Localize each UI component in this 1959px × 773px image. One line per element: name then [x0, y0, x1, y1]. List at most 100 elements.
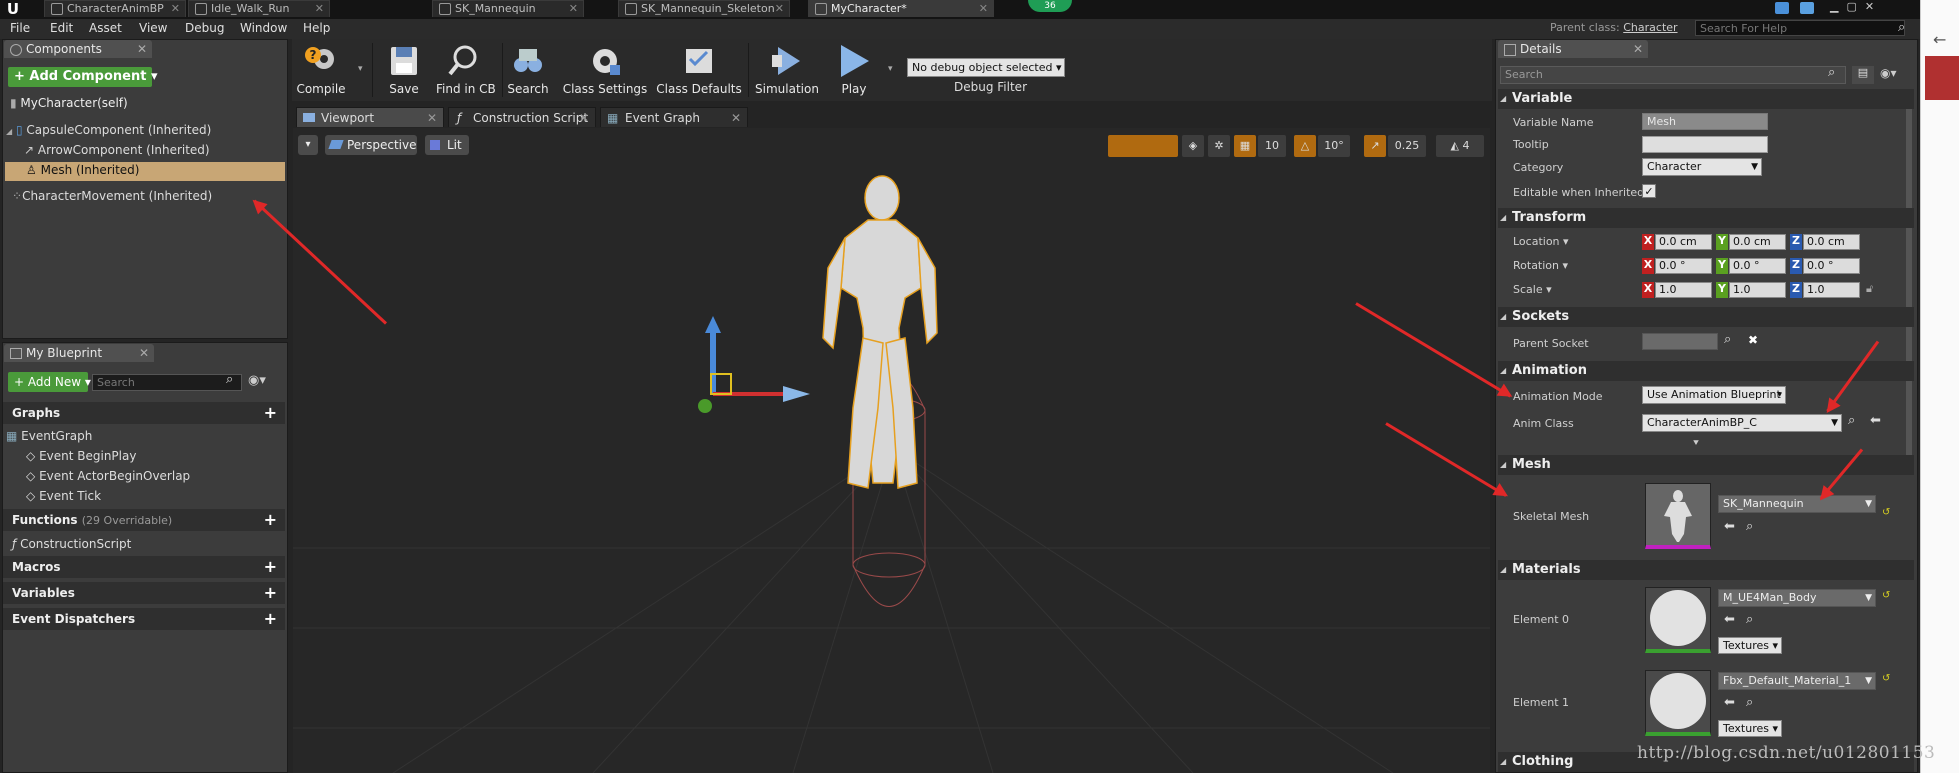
browse-icon[interactable]: ⌕: [1848, 413, 1855, 428]
my-blueprint-search-input[interactable]: Search: [92, 374, 242, 391]
details-search-input[interactable]: Search: [1500, 66, 1846, 84]
materials-section-header[interactable]: Materials: [1498, 560, 1914, 580]
class-defaults-button[interactable]: Class Defaults: [654, 41, 744, 99]
event-graph-item[interactable]: ▦ EventGraph: [6, 429, 92, 443]
sockets-section-header[interactable]: Sockets: [1498, 307, 1914, 327]
transform-section-header[interactable]: Transform: [1498, 208, 1914, 228]
parent-socket-field[interactable]: [1642, 333, 1718, 350]
grid-snap-value[interactable]: 10: [1258, 135, 1286, 157]
surface-snap-toggle[interactable]: ✲: [1208, 135, 1230, 157]
functions-section[interactable]: Functions (29 Overridable) +: [3, 509, 285, 531]
use-selected-arrow-icon[interactable]: ⬅: [1724, 612, 1735, 627]
variable-section-header[interactable]: Variable: [1498, 89, 1914, 109]
use-selected-arrow-icon[interactable]: ⬅: [1724, 695, 1735, 710]
close-icon[interactable]: ✕: [137, 40, 147, 58]
notification-badge[interactable]: 36: [1028, 0, 1072, 12]
search-icon[interactable]: ⌕: [1724, 332, 1731, 347]
event-tick[interactable]: ◇ Event Tick: [26, 489, 101, 503]
doc-tab-sk-mannequin[interactable]: SK_Mannequin ✕: [432, 0, 584, 17]
tooltip-field[interactable]: [1642, 136, 1768, 153]
component-capsule[interactable]: ◢ ▯ CapsuleComponent (Inherited): [6, 123, 211, 137]
add-graph-icon[interactable]: +: [264, 402, 277, 424]
find-in-cb-button[interactable]: Find in CB: [436, 41, 496, 99]
rotation-label[interactable]: Rotation ▾: [1513, 259, 1568, 272]
details-tab[interactable]: Details ✕: [1498, 40, 1648, 58]
my-blueprint-tab[interactable]: My Blueprint ✕: [4, 344, 154, 362]
add-component-button[interactable]: + Add Component ▾: [8, 67, 157, 87]
compile-options-chevron-icon[interactable]: ▾: [358, 64, 363, 74]
gizmo-z-arrow[interactable]: [705, 316, 721, 333]
location-label[interactable]: Location ▾: [1513, 235, 1569, 248]
class-settings-button[interactable]: Class Settings: [560, 41, 650, 99]
visibility-eye-icon[interactable]: ◉▾: [248, 373, 266, 388]
material-0-textures-button[interactable]: Textures ▾: [1718, 637, 1782, 654]
variable-name-field[interactable]: Mesh: [1642, 113, 1768, 130]
animation-mode-dropdown[interactable]: Use Animation Blueprint ▾: [1642, 386, 1786, 404]
use-selected-arrow-icon[interactable]: ⬅: [1724, 519, 1735, 534]
skeletal-mesh-dropdown[interactable]: SK_Mannequin ▼: [1718, 495, 1876, 513]
menu-edit[interactable]: Edit: [50, 21, 73, 35]
tab-event-graph[interactable]: ▦ Event Graph ✕: [600, 107, 748, 127]
event-begin-play[interactable]: ◇ Event BeginPlay: [26, 449, 136, 463]
material-1-textures-button[interactable]: Textures ▾: [1718, 720, 1782, 737]
reset-to-default-icon[interactable]: ↺: [1882, 590, 1890, 601]
add-dispatcher-icon[interactable]: +: [264, 608, 277, 630]
reset-to-default-icon[interactable]: ↺: [1882, 507, 1890, 518]
material-1-thumbnail[interactable]: [1645, 670, 1711, 736]
search-button[interactable]: Search: [500, 41, 556, 99]
source-control-icon[interactable]: [1800, 2, 1814, 14]
add-macro-icon[interactable]: +: [264, 556, 277, 578]
simulation-button[interactable]: Simulation: [752, 41, 822, 99]
close-icon[interactable]: ✕: [979, 1, 988, 16]
back-arrow-icon[interactable]: ←: [1933, 30, 1946, 49]
save-button[interactable]: Save: [375, 41, 433, 99]
help-search-input[interactable]: Search For Help: [1695, 20, 1905, 36]
close-icon[interactable]: ✕: [139, 344, 149, 362]
debug-object-select[interactable]: No debug object selected ▾: [907, 58, 1065, 77]
add-new-button[interactable]: + Add New ▾: [8, 372, 91, 392]
material-0-dropdown[interactable]: M_UE4Man_Body ▼: [1718, 589, 1876, 607]
browse-icon[interactable]: ⌕: [1746, 612, 1753, 627]
close-icon[interactable]: ✕: [579, 108, 589, 128]
menu-view[interactable]: View: [139, 21, 167, 35]
event-actor-begin-overlap[interactable]: ◇ Event ActorBeginOverlap: [26, 469, 190, 483]
add-function-icon[interactable]: +: [264, 509, 277, 531]
material-1-dropdown[interactable]: Fbx_Default_Material_1 ▼: [1718, 672, 1876, 690]
scale-snap-icon[interactable]: ↗: [1364, 135, 1386, 157]
close-icon[interactable]: ✕: [569, 1, 578, 16]
component-self[interactable]: ▮ MyCharacter(self): [10, 96, 128, 110]
lock-icon[interactable]: 🔓︎: [1866, 282, 1873, 296]
viewport-canvas[interactable]: [293, 128, 1490, 773]
play-options-chevron-icon[interactable]: ▾: [888, 64, 893, 74]
camera-speed-button[interactable]: ◭ 4: [1436, 135, 1484, 157]
lit-button[interactable]: Lit: [425, 135, 469, 155]
scale-y-field[interactable]: 1.0: [1729, 282, 1786, 298]
scale-snap-value[interactable]: 0.25: [1388, 135, 1426, 157]
details-scrollbar[interactable]: [1906, 90, 1912, 470]
close-icon[interactable]: ✕: [427, 108, 437, 128]
rotation-y-field[interactable]: 0.0 °: [1729, 258, 1786, 274]
rotation-snap-value[interactable]: 10°: [1318, 135, 1350, 157]
location-z-field[interactable]: 0.0 cm: [1803, 234, 1860, 250]
component-mesh[interactable]: ♙ Mesh (Inherited): [26, 163, 139, 177]
component-arrow[interactable]: ↗ ArrowComponent (Inherited): [24, 143, 210, 157]
close-icon[interactable]: ✕: [731, 108, 741, 128]
scale-x-field[interactable]: 1.0: [1655, 282, 1712, 298]
menu-file[interactable]: File: [10, 21, 30, 35]
menu-help[interactable]: Help: [303, 21, 330, 35]
doc-tab-my-character[interactable]: MyCharacter* ✕: [808, 0, 994, 17]
tab-viewport[interactable]: Viewport ✕: [296, 107, 444, 127]
visibility-eye-icon[interactable]: ◉▾: [1880, 66, 1897, 80]
anim-class-dropdown[interactable]: CharacterAnimBP_C ▼: [1642, 414, 1842, 432]
category-dropdown[interactable]: Character ▼: [1642, 158, 1762, 176]
menu-debug[interactable]: Debug: [185, 21, 224, 35]
compile-button[interactable]: ? Compile: [292, 41, 350, 99]
grid-snap-icon[interactable]: ▦: [1234, 135, 1256, 157]
menu-window[interactable]: Window: [240, 21, 287, 35]
feedback-icon[interactable]: [1775, 2, 1789, 14]
transform-mode-group[interactable]: [1108, 135, 1178, 157]
use-selected-arrow-icon[interactable]: ⬅: [1870, 413, 1881, 428]
close-icon[interactable]: ✕: [775, 1, 784, 16]
scale-z-field[interactable]: 1.0: [1803, 282, 1860, 298]
advanced-expand-icon[interactable]: ⯆: [1692, 438, 1700, 449]
